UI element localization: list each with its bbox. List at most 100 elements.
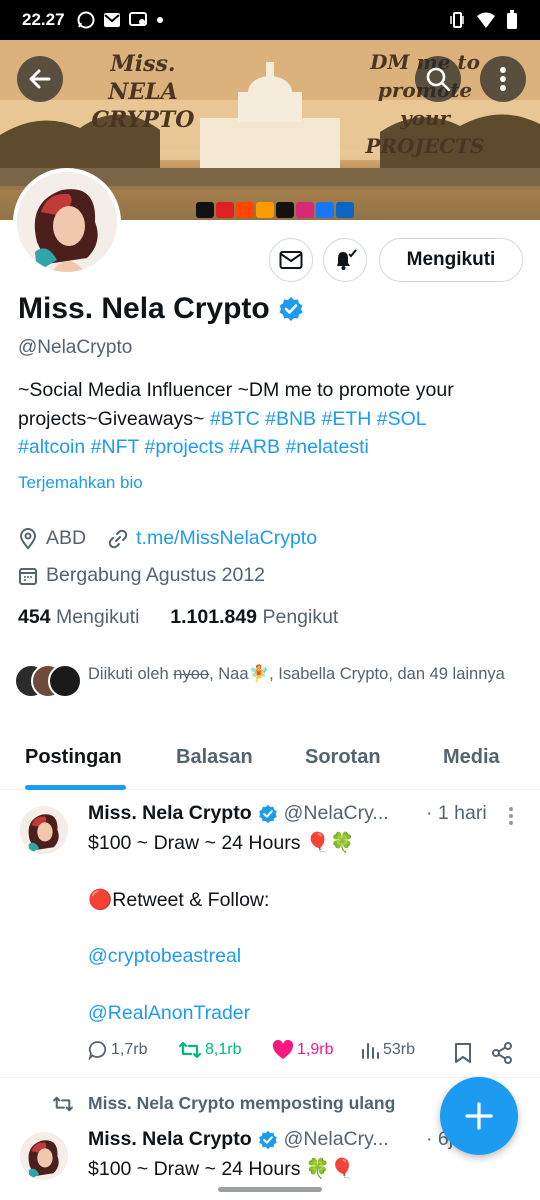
tab-replies[interactable]: Balasan [176,746,253,769]
plus-icon [465,1102,493,1130]
tab-media[interactable]: Media [443,746,500,769]
banner-left-line2: CRYPTO [91,107,195,133]
tweet-header: Miss. Nela Crypto @NelaCry... [88,802,389,825]
status-bar: 22.27 [0,0,540,40]
tab-posts[interactable]: Postingan [25,746,122,769]
profile-name: Miss. Nela Crypto [18,292,304,326]
reply-button[interactable]: 1,7rb [88,1040,147,1060]
followed-by-user: nyoo [173,665,210,683]
instagram-icon [296,202,314,218]
tweet-actions: 1,7rb 8,1rb 1,9rb 53rb [88,1040,518,1066]
following-stat[interactable]: 454 Mengikuti [18,606,139,628]
vibrate-icon [450,12,464,28]
following-button[interactable]: Mengikuti [379,238,523,282]
tweet-mention[interactable]: @cryptobeastreal [88,945,241,968]
amazon-icon [256,202,274,218]
tweet-mention[interactable]: @RealAnonTrader [88,1002,250,1025]
verified-badge-icon [258,1130,277,1149]
banner-social-icons [196,202,354,218]
verified-badge-icon [279,297,303,321]
repost-label[interactable]: Miss. Nela Crypto memposting ulang [88,1093,395,1114]
tweet-timestamp: · 1 hari [426,802,487,824]
youtube-icon [196,202,214,218]
followed-by-user: Naa🧚 [218,665,270,683]
tweet-divider [0,1077,540,1078]
like-button[interactable]: 1,9rb [272,1040,333,1060]
views-button[interactable]: 53rb [360,1040,415,1060]
reply-count: 1,7rb [111,1041,148,1058]
views-bar-icon [362,1043,379,1059]
active-tab-indicator [25,785,126,790]
more-vertical-icon [500,67,506,91]
bio-hashtag[interactable]: #NFT [91,436,139,458]
avatar-portrait [20,806,68,854]
linkedin-icon [336,202,354,218]
gesture-home-bar[interactable] [218,1187,322,1192]
avatar [48,664,82,698]
message-button[interactable] [269,238,313,282]
profile-joined-row: Bergabung Agustus 2012 [18,564,265,587]
arrow-left-icon [29,69,51,89]
followed-by-prefix: Diikuti oleh [88,665,174,683]
followers-count: 1.101.849 [170,606,258,628]
search-icon [426,67,451,92]
followed-by-separator: , [209,665,219,683]
profile-stats: 454 Mengikuti 1.101.849 Pengikut [18,606,338,629]
link-icon [108,529,128,548]
bookmark-icon[interactable] [454,1042,472,1064]
bio-hashtag[interactable]: #SOL [377,408,427,430]
reply-bubble-icon [88,1041,107,1060]
tweet-author-avatar[interactable] [20,1132,68,1180]
tab-highlights[interactable]: Sorotan [305,746,381,769]
following-label: Mengikuti [55,606,140,628]
tweet-text-line: $100 ~ Draw ~ 24 Hours 🎈🍀 [88,832,355,854]
retweet-button[interactable]: 8,1rb [178,1040,241,1060]
translate-bio-link[interactable]: Terjemahkan bio [18,473,143,493]
wifi-icon [477,12,495,28]
tweet-more-icon[interactable] [507,806,515,826]
notifications-button[interactable] [323,238,367,282]
profile-bio: ~Social Media Influencer ~DM me to promo… [18,376,518,462]
share-icon[interactable] [491,1042,513,1064]
tweet-author-handle: @NelaCry... [283,1128,389,1150]
x-logo-icon [276,202,294,218]
like-count: 1,9rb [297,1041,334,1058]
tweet-author-name[interactable]: Miss. Nela Crypto [88,1128,252,1151]
facebook-icon [316,202,334,218]
profile-meta-row: ABD t.me/MissNelaCrypto [18,527,317,550]
bio-hashtag[interactable]: #BTC [210,408,260,430]
followers-label: Pengikut [262,606,339,628]
tweet-text-line: $100 ~ Draw ~ 24 Hours 🍀🎈 [88,1158,355,1180]
retweet-icon [178,1041,202,1059]
compose-post-button[interactable] [440,1077,518,1155]
more-options-button[interactable] [480,56,526,102]
envelope-icon [279,251,303,269]
views-count: 53rb [383,1041,416,1058]
search-button[interactable] [415,56,461,102]
tweet-time-box: · 1 hari [426,802,487,825]
banner-left-line1: Miss. NELA [108,51,178,105]
profile-name-text: Miss. Nela Crypto [18,292,270,325]
bio-hashtag[interactable]: #altcoin [18,436,85,458]
profile-avatar[interactable] [13,168,121,276]
profile-joined: Bergabung Agustus 2012 [46,564,266,586]
tweet-author-name[interactable]: Miss. Nela Crypto [88,802,252,825]
bio-hashtag[interactable]: #projects [144,436,223,458]
followers-stat[interactable]: 1.101.849 Pengikut [170,606,338,628]
profile-location: ABD [46,527,87,549]
profile-handle: @NelaCrypto [18,337,133,358]
followed-by-avatars [14,662,84,698]
retweet-count: 8,1rb [205,1041,242,1058]
repost-indicator: Miss. Nela Crypto memposting ulang [52,1093,395,1114]
avatar-portrait [17,172,117,272]
bio-hashtag[interactable]: #ETH [322,408,372,430]
bio-hashtag[interactable]: #nelatesti [285,436,368,458]
back-button[interactable] [17,56,63,102]
bio-hashtag[interactable]: #ARB [229,436,280,458]
profile-tabs: Postingan Balasan Sorotan Media [0,728,540,790]
followed-by-row[interactable]: Diikuti oleh nyoo, Naa🧚, Isabella Crypto… [14,662,514,698]
tweet-author-avatar[interactable] [20,806,68,854]
bio-hashtag[interactable]: #BNB [265,408,316,430]
profile-link[interactable]: t.me/MissNelaCrypto [136,527,317,550]
retweet-icon [53,1096,73,1111]
